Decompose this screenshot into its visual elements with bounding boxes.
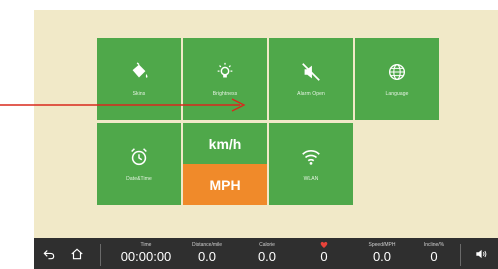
tile-language[interactable]: Language bbox=[355, 38, 439, 120]
stat-speed: Speed/MPH 0.0 bbox=[354, 241, 410, 265]
unit-kmh-option[interactable]: km/h bbox=[183, 123, 267, 164]
tile-alarm[interactable]: Alarm Open bbox=[269, 38, 353, 120]
settings-screen: Skins Brightness Alarm Open Language Dat… bbox=[34, 10, 498, 269]
sun-bulb-icon bbox=[217, 62, 233, 78]
paint-bucket-icon bbox=[132, 62, 148, 78]
stat-time: Time 00:00:00 bbox=[116, 241, 176, 265]
speaker-mute-icon bbox=[302, 63, 320, 81]
home-button[interactable] bbox=[66, 238, 88, 269]
alarm-clock-icon bbox=[131, 148, 147, 166]
stat-speed-label: Speed/MPH bbox=[368, 242, 396, 248]
tile-wlan-label: WLAN bbox=[303, 176, 319, 182]
stat-distance-label: Distance/mile bbox=[191, 242, 222, 248]
divider bbox=[460, 244, 461, 266]
stat-incline: Incline/% 0 bbox=[412, 241, 456, 265]
heart-icon bbox=[320, 241, 328, 248]
status-bar: Time 00:00:00 Distance/mile 0.0 Calorie … bbox=[34, 238, 498, 269]
stat-time-value: 00:00:00 bbox=[120, 249, 172, 264]
stat-incline-label: Incline/% bbox=[423, 242, 445, 248]
volume-icon bbox=[476, 249, 487, 258]
home-icon bbox=[71, 248, 83, 259]
stat-distance-value: 0.0 bbox=[197, 249, 217, 264]
stat-incline-value: 0 bbox=[430, 249, 438, 264]
globe-icon bbox=[388, 63, 406, 81]
wifi-icon bbox=[302, 149, 320, 165]
back-button[interactable] bbox=[38, 238, 60, 269]
stat-calorie-label: Calorie bbox=[259, 242, 275, 248]
stat-speed-value: 0.0 bbox=[372, 249, 392, 264]
stat-calorie: Calorie 0.0 bbox=[242, 241, 292, 265]
divider bbox=[100, 244, 101, 266]
tile-datetime[interactable]: Date&Time bbox=[97, 123, 181, 205]
volume-button[interactable] bbox=[470, 238, 492, 269]
unit-mph-option[interactable]: MPH bbox=[183, 164, 267, 205]
back-arrow-icon bbox=[43, 249, 55, 259]
annotation-arrow-icon bbox=[0, 98, 246, 112]
stat-time-label: Time bbox=[140, 242, 152, 248]
tile-alarm-label: Alarm Open bbox=[297, 91, 325, 97]
tile-datetime-label: Date&Time bbox=[126, 176, 152, 182]
stat-calorie-value: 0.0 bbox=[257, 249, 277, 264]
stat-heart: 0 bbox=[302, 241, 346, 265]
tile-language-label: Language bbox=[385, 91, 409, 97]
stat-heart-value: 0 bbox=[320, 249, 328, 264]
tile-wlan[interactable]: WLAN bbox=[269, 123, 353, 205]
stat-distance: Distance/mile 0.0 bbox=[179, 241, 235, 265]
tile-units: km/h MPH bbox=[183, 123, 267, 205]
